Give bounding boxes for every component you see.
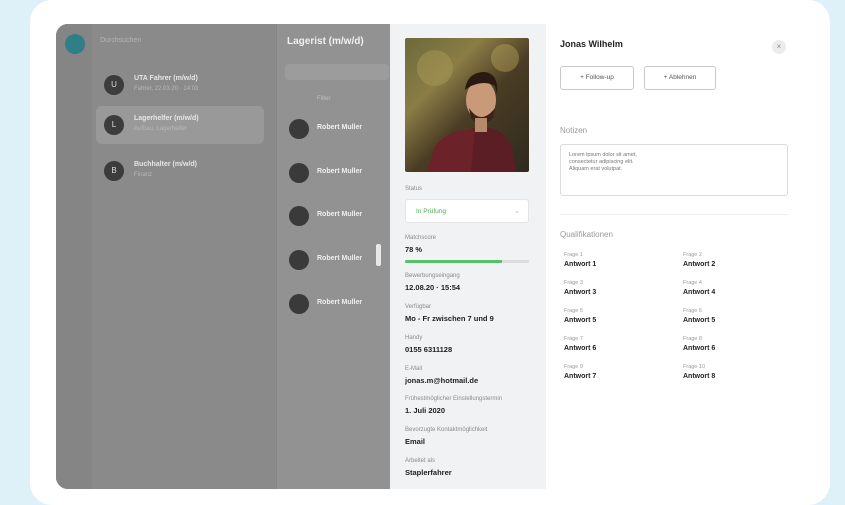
- notes-heading: Notizen: [560, 126, 588, 135]
- field-label: Frühestmöglicher Einstellungstermin: [405, 396, 503, 402]
- avatar: [289, 119, 309, 139]
- status-select[interactable]: In Prüfung ⌄: [405, 199, 529, 223]
- question-label: Frage 6: [683, 308, 702, 314]
- chat-list-column: Durchsuchen U UTA Fahrer (m/w/d) Fahrer,…: [56, 24, 276, 489]
- candidate-row[interactable]: Robert Muller: [285, 160, 395, 186]
- field-label: Verfügbar: [405, 304, 432, 310]
- chat-title: UTA Fahrer (m/w/d): [134, 75, 198, 82]
- question-label: Frage 4: [683, 280, 702, 286]
- question-label: Frage 10: [683, 364, 706, 370]
- candidate-row[interactable]: Robert Muller: [285, 291, 395, 317]
- chat-subtitle: Fahrer, 22.03.20 · 14:03: [134, 86, 199, 92]
- scrollbar-thumb[interactable]: [376, 244, 381, 266]
- chat-search-input[interactable]: Durchsuchen: [100, 37, 141, 44]
- qualifications-heading: Qualifikationen: [560, 230, 613, 239]
- answer-value: Antwort 8: [683, 373, 716, 380]
- candidate-name: Robert Muller: [317, 299, 363, 306]
- status-label: Status: [405, 186, 423, 192]
- answer-value: Antwort 5: [564, 317, 597, 324]
- field-label: Handy: [405, 335, 423, 341]
- question-label: Frage 8: [683, 336, 702, 342]
- field-value: 12.08.20 · 15:54: [405, 283, 461, 292]
- candidate-row[interactable]: Robert Muller: [285, 203, 395, 229]
- profile-panel: Status In Prüfung ⌄ Matchscore 78 % Bewe…: [390, 24, 546, 489]
- logo: [65, 34, 85, 54]
- field-value: 0155 6311128: [405, 345, 453, 354]
- question-label: Frage 2: [683, 252, 702, 258]
- chevron-down-icon: ⌄: [514, 208, 520, 215]
- background-app: Durchsuchen U UTA Fahrer (m/w/d) Fahrer,…: [56, 24, 396, 489]
- candidate-name-heading: Jonas Wilhelm: [560, 39, 623, 49]
- answer-value: Antwort 4: [683, 289, 716, 296]
- field-value: Mo - Fr zwischen 7 und 9: [405, 314, 494, 323]
- field-label: E-Mail: [405, 366, 423, 372]
- chat-item[interactable]: U UTA Fahrer (m/w/d) Fahrer, 22.03.20 · …: [96, 66, 264, 104]
- candidate-search-input[interactable]: [285, 64, 389, 80]
- candidate-photo: [405, 38, 529, 172]
- avatar: [289, 206, 309, 226]
- person-silhouette-icon: [417, 44, 519, 172]
- question-label: Frage 5: [564, 308, 583, 314]
- chat-item[interactable]: B Buchhalter (m/w/d) Finanz: [96, 152, 264, 190]
- chat-subtitle: Aufbau, Lagerhelfer: [134, 126, 187, 132]
- answer-value: Antwort 6: [683, 345, 716, 352]
- list-title: Lagerist (m/w/d): [287, 36, 364, 47]
- candidate-name: Robert Muller: [317, 255, 363, 262]
- chat-title: Lagerhelfer (m/w/d): [134, 115, 199, 122]
- answer-value: Antwort 2: [683, 261, 716, 268]
- avatar: [289, 163, 309, 183]
- field-label: Arbeitet als: [405, 458, 436, 464]
- chat-subtitle: Finanz: [134, 172, 153, 178]
- chat-avatar: U: [104, 75, 124, 95]
- reject-button[interactable]: + Ablehnen: [644, 66, 716, 90]
- notes-line: Aliquam erat volutpat.: [569, 166, 623, 172]
- candidate-row[interactable]: Robert Muller: [285, 116, 395, 142]
- filter-label[interactable]: Filter: [317, 96, 330, 102]
- match-progress-bar: [405, 260, 529, 263]
- chat-avatar: L: [104, 115, 124, 135]
- avatar: [289, 250, 309, 270]
- match-label: Matchscore: [405, 235, 437, 241]
- field-value: jonas.m@hotmail.de: [405, 376, 479, 385]
- match-progress-fill: [405, 260, 502, 263]
- status-value: In Prüfung: [416, 208, 446, 215]
- field-value: 1. Juli 2020: [405, 406, 446, 415]
- question-label: Frage 9: [564, 364, 583, 370]
- question-label: Frage 7: [564, 336, 583, 342]
- nav-rail: [56, 24, 92, 489]
- field-value: Email: [405, 437, 426, 446]
- follow-up-button[interactable]: + Follow-up: [560, 66, 634, 90]
- chat-avatar: B: [104, 161, 124, 181]
- notes-line: consectetur adipiscing elit.: [569, 159, 634, 165]
- question-label: Frage 3: [564, 280, 583, 286]
- answer-value: Antwort 5: [683, 317, 716, 324]
- divider: [560, 214, 788, 215]
- answer-value: Antwort 7: [564, 373, 597, 380]
- chat-title: Buchhalter (m/w/d): [134, 161, 198, 168]
- notes-line: Lorem ipsum dolor sit amet,: [569, 152, 637, 158]
- answer-value: Antwort 6: [564, 345, 597, 352]
- field-label: Bevorzugte Kontaktmöglichkeit: [405, 427, 488, 433]
- chat-item[interactable]: L Lagerhelfer (m/w/d) Aufbau, Lagerhelfe…: [96, 106, 264, 144]
- candidate-name: Robert Muller: [317, 168, 363, 175]
- field-label: Bewerbungseingang: [405, 273, 460, 279]
- candidate-name: Robert Muller: [317, 124, 363, 131]
- notes-textarea[interactable]: Lorem ipsum dolor sit amet, consectetur …: [560, 144, 788, 196]
- answer-value: Antwort 1: [564, 261, 597, 268]
- candidate-name: Robert Muller: [317, 211, 363, 218]
- answer-value: Antwort 3: [564, 289, 597, 296]
- avatar: [289, 294, 309, 314]
- field-value: Staplerfahrer: [405, 468, 452, 477]
- detail-panel: Jonas Wilhelm × + Follow-up + Ablehnen N…: [546, 24, 796, 489]
- close-icon[interactable]: ×: [772, 40, 786, 54]
- question-label: Frage 1: [564, 252, 583, 258]
- match-value: 78 %: [405, 245, 423, 254]
